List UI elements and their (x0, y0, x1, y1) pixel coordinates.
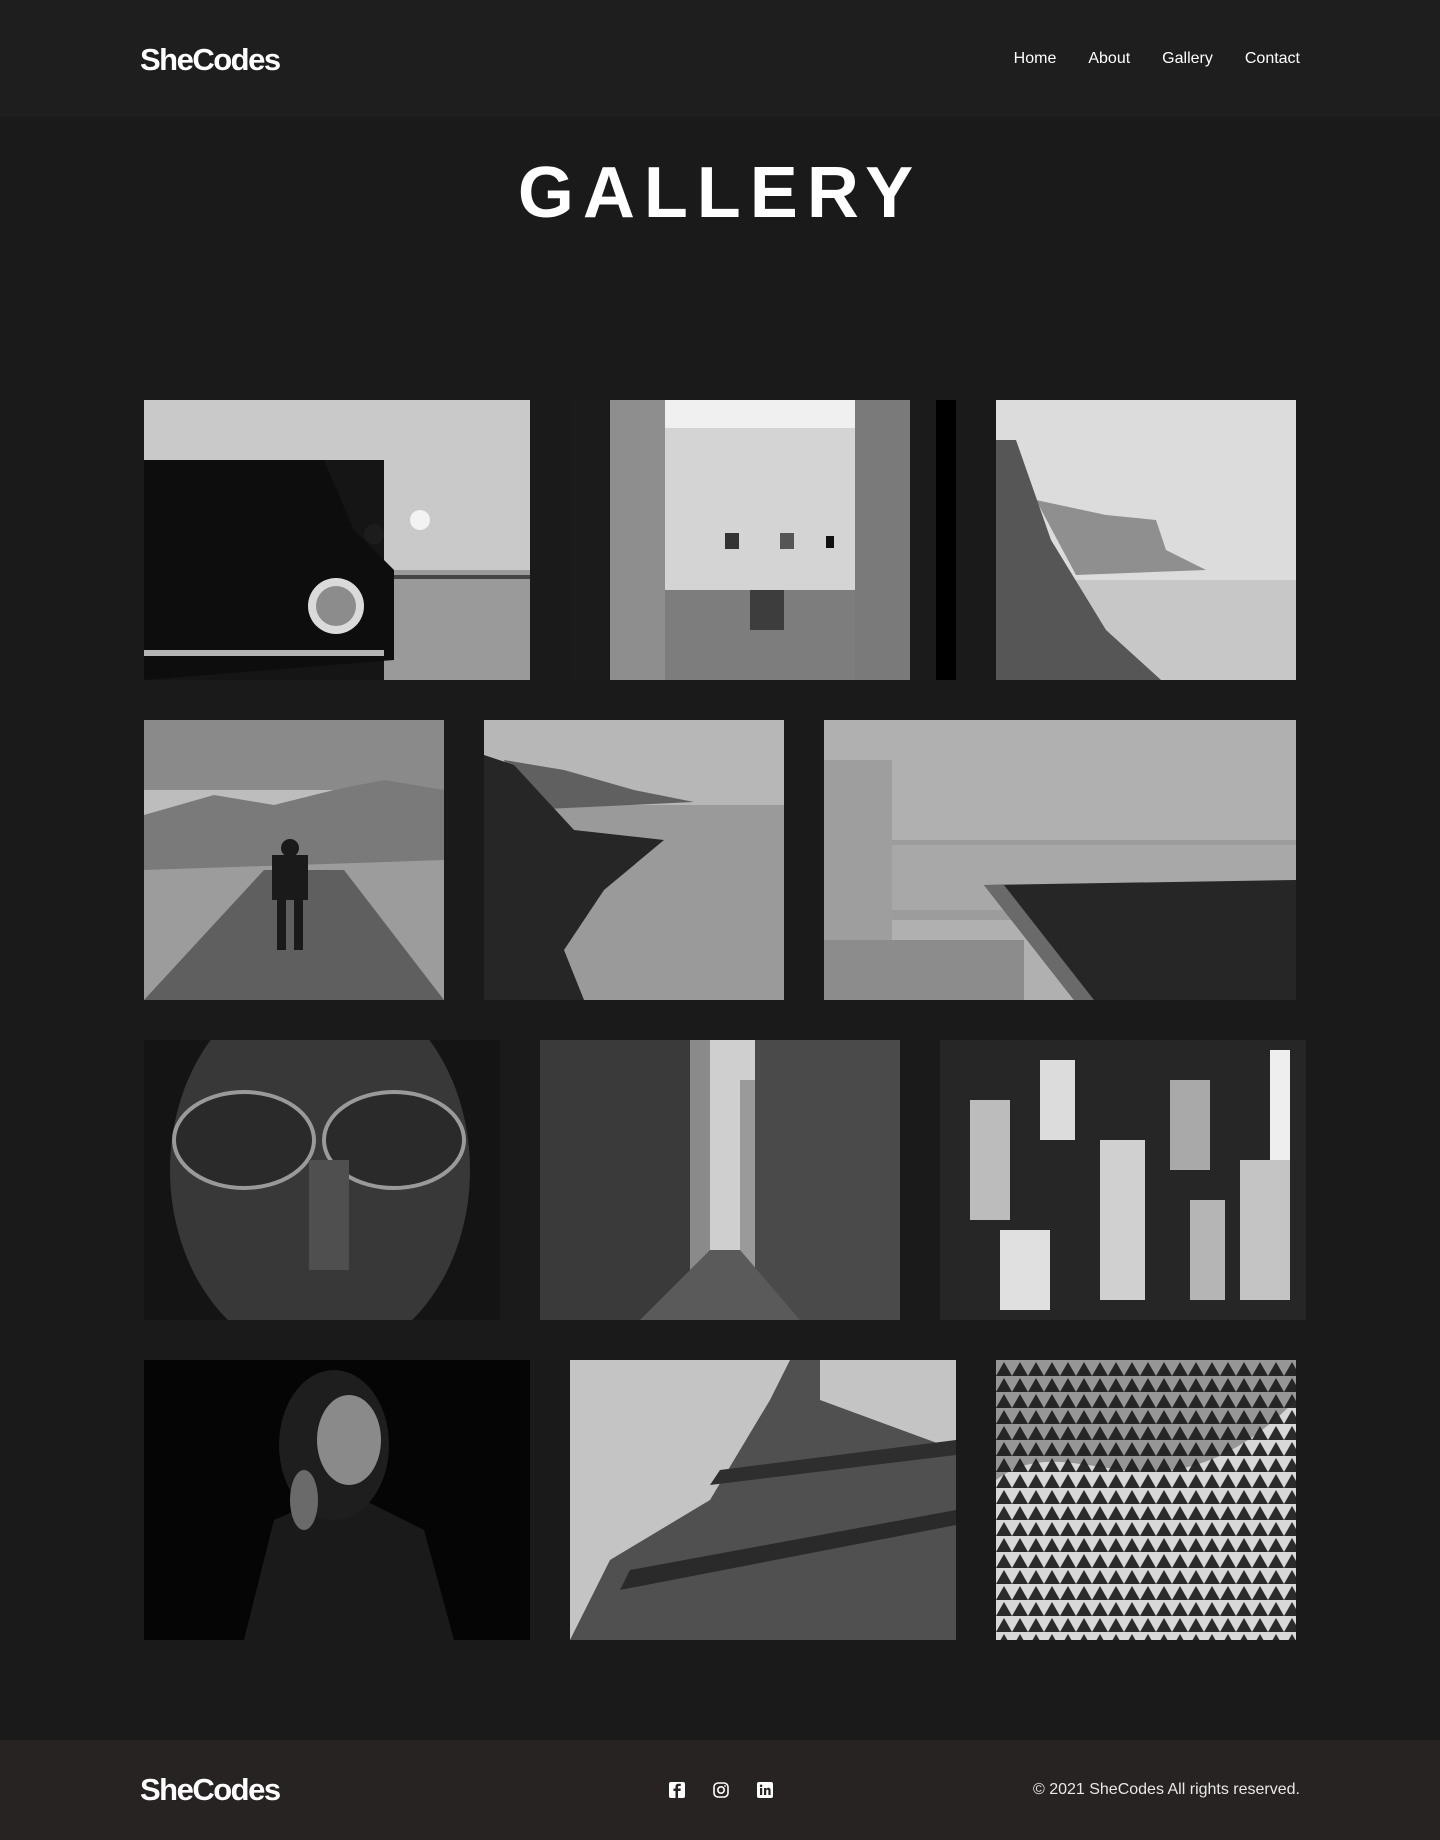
nav-link-gallery[interactable]: Gallery (1162, 50, 1213, 68)
eiffel-tower-photo[interactable] (570, 1360, 956, 1640)
gallery-doorway-photo[interactable] (570, 400, 956, 680)
man-on-road-photo[interactable] (144, 720, 444, 1000)
city-street-photo[interactable] (540, 1040, 900, 1320)
nav-link-home[interactable]: Home (1014, 50, 1057, 68)
main-nav: Home About Gallery Contact (1014, 50, 1300, 68)
concrete-stairs-photo[interactable] (824, 720, 1296, 1000)
vintage-car-photo[interactable] (144, 400, 530, 680)
nav-link-contact[interactable]: Contact (1245, 50, 1300, 68)
site-header: SheCodes Home About Gallery Contact (0, 0, 1440, 117)
lake-shore-photo[interactable] (484, 720, 784, 1000)
facebook-icon[interactable] (667, 1780, 687, 1800)
pattern-facade-photo[interactable] (996, 1360, 1296, 1640)
site-footer: SheCodes © 2021 SheCodes All rights rese… (0, 1740, 1440, 1840)
linkedin-icon[interactable] (755, 1780, 775, 1800)
social-links (667, 1780, 775, 1800)
nav-link-about[interactable]: About (1088, 50, 1130, 68)
man-with-glasses-photo[interactable] (144, 1040, 500, 1320)
coastal-cliff-photo[interactable] (996, 400, 1296, 680)
copyright-text: © 2021 SheCodes All rights reserved. (1032, 1781, 1300, 1798)
page-title: GALLERY (517, 153, 923, 233)
aerial-city-photo[interactable] (940, 1040, 1306, 1320)
instagram-icon[interactable] (711, 1780, 731, 1800)
site-logo[interactable]: SheCodes (140, 42, 281, 78)
woman-portrait-photo[interactable] (144, 1360, 530, 1640)
footer-logo[interactable]: SheCodes (140, 1772, 281, 1808)
